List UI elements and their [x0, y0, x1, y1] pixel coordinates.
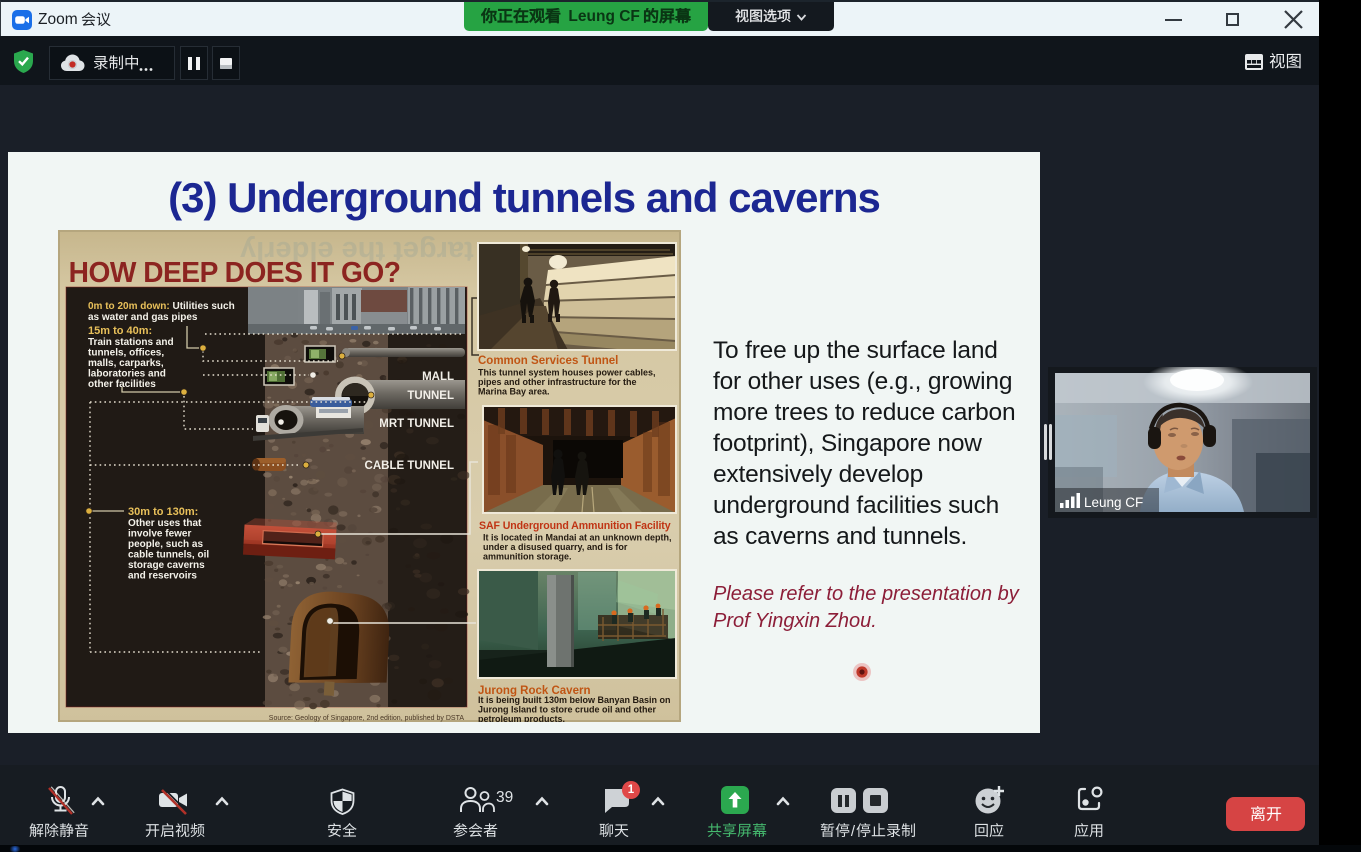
svg-text:Source: Geology of Singapore,: Source: Geology of Singapore, 2nd editio…: [269, 715, 465, 722]
svg-text:TUNNEL: TUNNEL: [407, 390, 454, 402]
svg-text:0m to 20m down: Utilities such: 0m to 20m down: Utilities such: [88, 301, 235, 312]
svg-text:Marina Bay area.: Marina Bay area.: [478, 387, 550, 397]
svg-text:cable tunnels, oil: cable tunnels, oil: [128, 550, 209, 561]
svg-text:laboratories and: laboratories and: [88, 369, 166, 380]
svg-text:as water and gas pipes: as water and gas pipes: [88, 312, 198, 323]
svg-text:and reservoirs: and reservoirs: [128, 571, 197, 582]
svg-text:petroleum products.: petroleum products.: [478, 714, 565, 722]
svg-text:Common Services Tunnel: Common Services Tunnel: [478, 355, 618, 367]
svg-text:involve fewer: involve fewer: [128, 529, 191, 540]
svg-text:HOW DEEP DOES IT GO?: HOW DEEP DOES IT GO?: [69, 257, 401, 289]
svg-text:Train stations and: Train stations and: [88, 337, 174, 348]
svg-text:Jurong Island to store crude o: Jurong Island to store crude oil and oth…: [478, 705, 657, 715]
svg-text:CABLE TUNNEL: CABLE TUNNEL: [365, 460, 454, 472]
svg-text:MALL: MALL: [422, 371, 454, 383]
svg-text:tunnels, offices,: tunnels, offices,: [88, 348, 164, 359]
svg-text:under a disused quarry, and is: under a disused quarry, and is for: [483, 542, 628, 552]
svg-text:It is located in Mandai at an: It is located in Mandai at an unknown de…: [483, 533, 672, 543]
svg-text:people, such as: people, such as: [128, 539, 203, 550]
svg-text:ammunition storage.: ammunition storage.: [483, 552, 572, 562]
svg-text:malls, carparks,: malls, carparks,: [88, 358, 164, 369]
svg-text:storage caverns: storage caverns: [128, 560, 205, 571]
svg-text:This tunnel system houses powe: This tunnel system houses power cables,: [478, 368, 656, 378]
svg-text:pipes and other infrastructure: pipes and other infrastructure for the: [478, 377, 637, 387]
svg-text:15m to 40m:: 15m to 40m:: [88, 325, 152, 337]
svg-text:MRT TUNNEL: MRT TUNNEL: [379, 418, 454, 430]
svg-text:30m to 130m:: 30m to 130m:: [128, 506, 198, 518]
svg-text:SAF Underground Ammunition Fac: SAF Underground Ammunition Facility: [479, 520, 671, 532]
svg-text:Leung CF: Leung CF: [1084, 495, 1143, 510]
svg-text:Other uses that: Other uses that: [128, 518, 202, 529]
svg-text:It is being built 130m below B: It is being built 130m below Banyan Basi…: [478, 695, 671, 705]
